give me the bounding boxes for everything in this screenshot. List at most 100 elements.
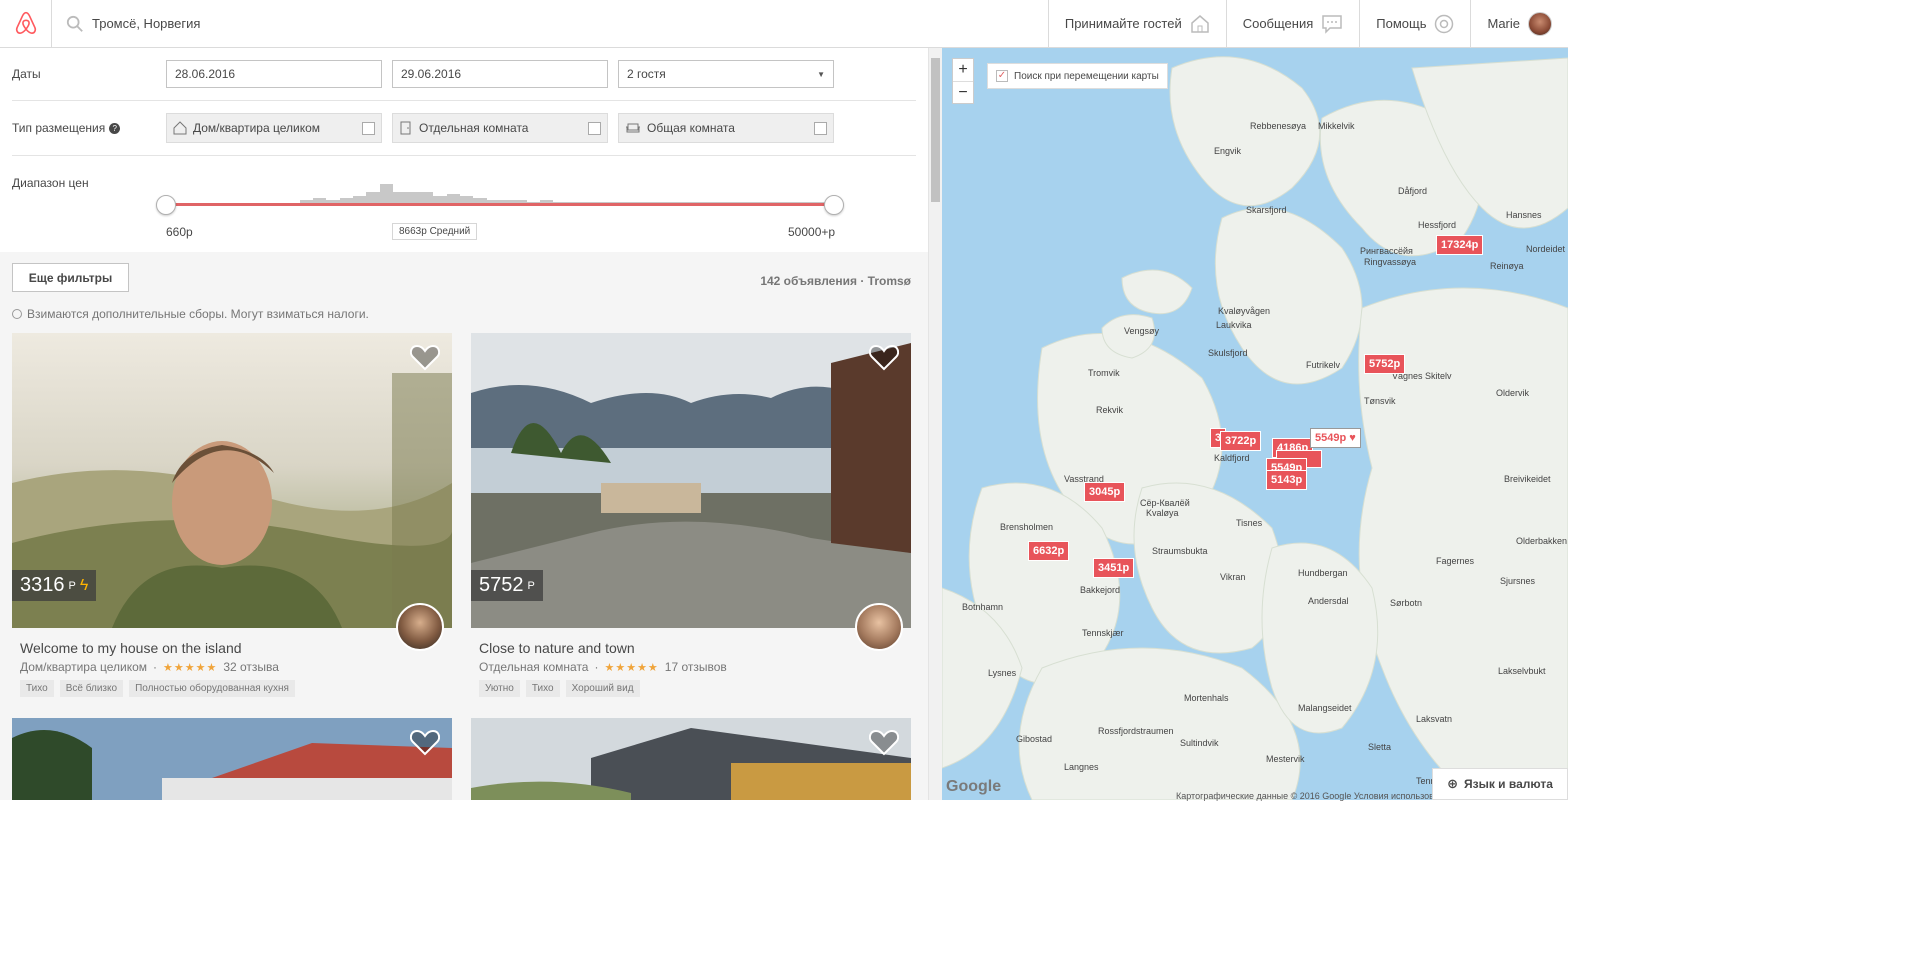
map-place-label: Fagernes [1436,556,1475,566]
price-max-handle[interactable] [824,195,844,215]
room-type-entire[interactable]: Дом/квартира целиком [166,113,382,143]
listing-card[interactable] [471,718,911,800]
room-type-label-wrap: Тип размещения? [12,121,166,135]
zoom-in-button[interactable]: + [953,59,973,81]
help-icon [1435,14,1454,33]
scrollbar-thumb[interactable] [931,58,940,202]
listing-photo[interactable]: 5752 Р [471,333,911,628]
price-min-handle[interactable] [156,195,176,215]
map-price-pin[interactable]: 5752р [1364,354,1406,374]
map-price-pin-favorite[interactable]: 5549р ♥ [1310,428,1361,448]
checkout-input[interactable]: 29.06.2016 [392,60,608,88]
listing-type: Дом/квартира целиком [20,660,148,674]
map-price-pin[interactable]: 3722р [1220,431,1262,451]
price-average-tag: 8663р Средний [392,223,478,240]
map-place-label: Langnes [1064,762,1099,772]
host-label: Принимайте гостей [1064,16,1182,31]
wishlist-heart-icon[interactable] [410,343,440,371]
map-place-label: Straumsbukta [1152,546,1208,556]
guests-select[interactable]: 2 гостя ▼ [618,60,834,88]
price-max-label: 50000+р [788,225,836,239]
room-type-private[interactable]: Отдельная комната [392,113,608,143]
room-type-shared-checkbox[interactable] [814,121,827,135]
map-place-label: Malangseidet [1298,703,1352,713]
price-range: Диапазон цен 660р 50000+р 8663р Средний [0,156,928,252]
price-track [166,203,834,206]
sofa-icon [626,123,640,133]
search-on-move-checkbox[interactable]: ✓ [996,70,1008,82]
question-icon[interactable]: ? [109,122,121,134]
more-filters-button[interactable]: Еще фильтры [12,263,129,292]
dates-label: Даты [12,67,41,81]
map-place-label: Gibostad [1016,734,1053,744]
room-type-private-checkbox[interactable] [588,121,601,135]
map-place-label: Mortenhals [1184,693,1229,703]
wishlist-heart-icon[interactable] [869,343,899,371]
map-price-pin[interactable]: 5143р [1266,470,1308,490]
map-price-pin[interactable]: 17324р [1436,235,1484,255]
map-price-pin[interactable]: 3045р [1084,482,1126,502]
listing-tag: Хороший вид [565,680,640,697]
map-place-label: Tisnes [1236,518,1263,528]
map-place-label: Laksvatn [1416,714,1453,724]
map-place-label: Andersdal [1308,596,1349,606]
map-place-label: Breivikeidet [1504,474,1551,484]
language-currency-label: Язык и валюта [1464,777,1553,791]
map-place-label: Brensholmen [1000,522,1054,532]
user-menu[interactable]: Marie [1470,0,1568,48]
checkin-input[interactable]: 28.06.2016 [166,60,382,88]
host-link[interactable]: Принимайте гостей [1047,0,1226,48]
top-header: Принимайте гостей Сообщения Помощь Marie [0,0,1568,48]
language-currency-button[interactable]: ⊕ Язык и валюта [1432,768,1568,800]
map-place-label: Botnhamn [962,602,1004,612]
listing-tag: Тихо [525,680,560,697]
listing-title[interactable]: Close to nature and town [471,640,911,656]
messages-link[interactable]: Сообщения [1225,0,1360,48]
guests-value: 2 гостя [627,67,666,81]
listing-meta: Отдельная комната · ★★★★★ 17 отзывов [479,660,727,674]
listing-tags: Тихо Всё близко Полностью оборудованная ку… [12,680,452,697]
map-place-label: Rekvik [1096,405,1124,415]
door-icon [400,121,411,135]
wishlist-heart-icon[interactable] [869,728,899,756]
room-type-shared-label: Общая комната [647,121,735,135]
listing-price-value: 3316 [20,574,65,596]
host-avatar[interactable] [396,603,444,651]
search-bar[interactable] [52,0,1048,48]
search-on-move-toggle[interactable]: ✓ Поиск при перемещении карты [987,63,1168,89]
listing-photo[interactable]: 3316 Рϟ [12,333,452,628]
listing-card[interactable] [12,718,452,800]
zoom-out-button[interactable]: − [953,81,973,103]
map[interactable]: + − ✓ Поиск при перемещении карты Rebbene… [942,48,1568,800]
listing-price: 5752 Р [471,570,543,601]
map-price-pin[interactable]: 6632р [1028,541,1070,561]
map-attribution[interactable]: Картографические данные © 2016 Google Ус… [1176,791,1434,801]
map-place-label: Hessfjord [1418,220,1457,230]
listing-title[interactable]: Welcome to my house on the island [12,640,452,656]
wishlist-heart-icon[interactable] [410,728,440,756]
map-place-label: Engvik [1214,146,1242,156]
room-type-shared[interactable]: Общая комната [618,113,834,143]
user-name: Marie [1487,16,1520,31]
map-pin-price: 5752р [1369,358,1401,370]
map-place-label: Vengsøy [1124,326,1160,336]
map-price-pin[interactable]: 3451р [1093,558,1135,578]
map-place-label: Tromvik [1088,368,1120,378]
map-place-label: Sørbotn [1390,598,1423,608]
map-place-label: Lysnes [988,668,1017,678]
airbnb-logo[interactable] [0,0,52,48]
map-place-label: Sletta [1368,742,1392,752]
search-input[interactable] [92,16,492,31]
help-link[interactable]: Помощь [1359,0,1470,48]
map-place-label: Reinøya [1490,261,1524,271]
histogram-bar [379,184,394,204]
results-scrollbar[interactable] [928,48,942,800]
map-place-label: Mestervik [1266,754,1305,764]
map-pin-price: 3722р [1225,435,1257,447]
listing-card[interactable]: 5752 Р Close to nature and town Отдельная… [471,333,911,697]
host-avatar[interactable] [855,603,903,651]
map-place-label: Nordeidet [1526,244,1566,254]
heart-icon: ♥ [1349,432,1356,444]
listing-card[interactable]: 3316 Рϟ Welcome to my house on the island… [12,333,452,697]
room-type-entire-checkbox[interactable] [362,121,375,135]
